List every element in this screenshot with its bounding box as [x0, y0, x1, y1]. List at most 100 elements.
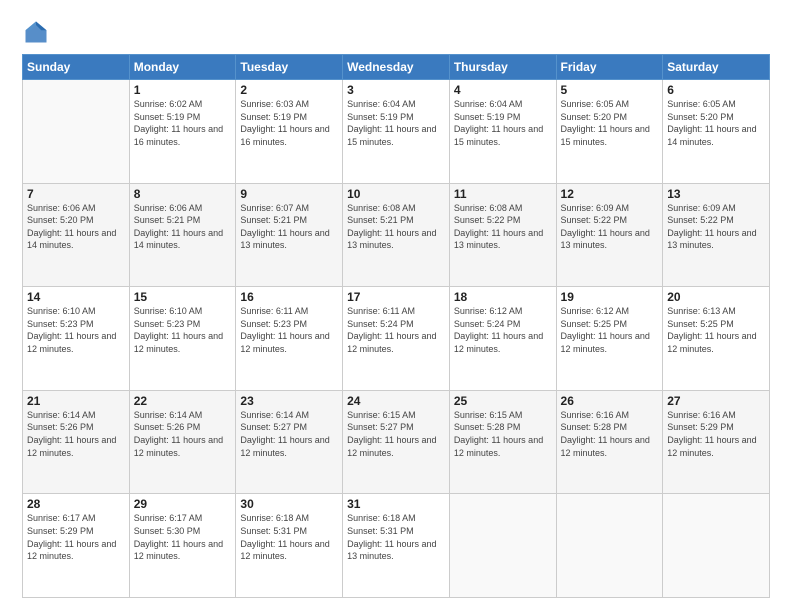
calendar-cell: 11Sunrise: 6:08 AM Sunset: 5:22 PM Dayli…	[449, 183, 556, 287]
day-header-monday: Monday	[129, 55, 236, 80]
day-number: 3	[347, 83, 445, 97]
day-info: Sunrise: 6:10 AM Sunset: 5:23 PM Dayligh…	[134, 305, 232, 355]
day-number: 9	[240, 187, 338, 201]
day-number: 20	[667, 290, 765, 304]
calendar-cell: 24Sunrise: 6:15 AM Sunset: 5:27 PM Dayli…	[343, 390, 450, 494]
day-info: Sunrise: 6:17 AM Sunset: 5:29 PM Dayligh…	[27, 512, 125, 562]
calendar-cell: 15Sunrise: 6:10 AM Sunset: 5:23 PM Dayli…	[129, 287, 236, 391]
logo	[22, 18, 54, 46]
calendar-cell: 18Sunrise: 6:12 AM Sunset: 5:24 PM Dayli…	[449, 287, 556, 391]
calendar-cell: 9Sunrise: 6:07 AM Sunset: 5:21 PM Daylig…	[236, 183, 343, 287]
week-row-3: 14Sunrise: 6:10 AM Sunset: 5:23 PM Dayli…	[23, 287, 770, 391]
calendar-cell: 6Sunrise: 6:05 AM Sunset: 5:20 PM Daylig…	[663, 80, 770, 184]
calendar-cell: 26Sunrise: 6:16 AM Sunset: 5:28 PM Dayli…	[556, 390, 663, 494]
calendar-cell: 14Sunrise: 6:10 AM Sunset: 5:23 PM Dayli…	[23, 287, 130, 391]
day-number: 17	[347, 290, 445, 304]
day-info: Sunrise: 6:08 AM Sunset: 5:21 PM Dayligh…	[347, 202, 445, 252]
logo-icon	[22, 18, 50, 46]
day-header-tuesday: Tuesday	[236, 55, 343, 80]
day-number: 1	[134, 83, 232, 97]
calendar-cell	[663, 494, 770, 598]
week-row-5: 28Sunrise: 6:17 AM Sunset: 5:29 PM Dayli…	[23, 494, 770, 598]
day-number: 13	[667, 187, 765, 201]
day-number: 15	[134, 290, 232, 304]
day-number: 4	[454, 83, 552, 97]
calendar-cell: 22Sunrise: 6:14 AM Sunset: 5:26 PM Dayli…	[129, 390, 236, 494]
calendar-cell: 5Sunrise: 6:05 AM Sunset: 5:20 PM Daylig…	[556, 80, 663, 184]
day-info: Sunrise: 6:09 AM Sunset: 5:22 PM Dayligh…	[667, 202, 765, 252]
day-number: 7	[27, 187, 125, 201]
day-info: Sunrise: 6:15 AM Sunset: 5:28 PM Dayligh…	[454, 409, 552, 459]
day-number: 14	[27, 290, 125, 304]
calendar-cell: 23Sunrise: 6:14 AM Sunset: 5:27 PM Dayli…	[236, 390, 343, 494]
calendar-cell: 17Sunrise: 6:11 AM Sunset: 5:24 PM Dayli…	[343, 287, 450, 391]
day-number: 31	[347, 497, 445, 511]
calendar-cell	[449, 494, 556, 598]
day-info: Sunrise: 6:08 AM Sunset: 5:22 PM Dayligh…	[454, 202, 552, 252]
calendar-cell: 16Sunrise: 6:11 AM Sunset: 5:23 PM Dayli…	[236, 287, 343, 391]
day-info: Sunrise: 6:12 AM Sunset: 5:25 PM Dayligh…	[561, 305, 659, 355]
day-number: 25	[454, 394, 552, 408]
day-number: 30	[240, 497, 338, 511]
day-info: Sunrise: 6:16 AM Sunset: 5:29 PM Dayligh…	[667, 409, 765, 459]
calendar-cell	[23, 80, 130, 184]
calendar-cell: 13Sunrise: 6:09 AM Sunset: 5:22 PM Dayli…	[663, 183, 770, 287]
day-info: Sunrise: 6:03 AM Sunset: 5:19 PM Dayligh…	[240, 98, 338, 148]
day-number: 23	[240, 394, 338, 408]
day-info: Sunrise: 6:15 AM Sunset: 5:27 PM Dayligh…	[347, 409, 445, 459]
day-info: Sunrise: 6:17 AM Sunset: 5:30 PM Dayligh…	[134, 512, 232, 562]
day-info: Sunrise: 6:04 AM Sunset: 5:19 PM Dayligh…	[454, 98, 552, 148]
day-info: Sunrise: 6:14 AM Sunset: 5:26 PM Dayligh…	[27, 409, 125, 459]
day-number: 6	[667, 83, 765, 97]
day-info: Sunrise: 6:18 AM Sunset: 5:31 PM Dayligh…	[240, 512, 338, 562]
week-row-4: 21Sunrise: 6:14 AM Sunset: 5:26 PM Dayli…	[23, 390, 770, 494]
day-number: 19	[561, 290, 659, 304]
day-number: 2	[240, 83, 338, 97]
calendar-cell: 8Sunrise: 6:06 AM Sunset: 5:21 PM Daylig…	[129, 183, 236, 287]
calendar-cell: 19Sunrise: 6:12 AM Sunset: 5:25 PM Dayli…	[556, 287, 663, 391]
day-info: Sunrise: 6:09 AM Sunset: 5:22 PM Dayligh…	[561, 202, 659, 252]
day-number: 8	[134, 187, 232, 201]
calendar-cell: 2Sunrise: 6:03 AM Sunset: 5:19 PM Daylig…	[236, 80, 343, 184]
day-header-wednesday: Wednesday	[343, 55, 450, 80]
week-row-2: 7Sunrise: 6:06 AM Sunset: 5:20 PM Daylig…	[23, 183, 770, 287]
day-number: 5	[561, 83, 659, 97]
calendar-cell: 27Sunrise: 6:16 AM Sunset: 5:29 PM Dayli…	[663, 390, 770, 494]
day-number: 26	[561, 394, 659, 408]
calendar-cell: 4Sunrise: 6:04 AM Sunset: 5:19 PM Daylig…	[449, 80, 556, 184]
day-number: 29	[134, 497, 232, 511]
header	[22, 18, 770, 46]
day-number: 18	[454, 290, 552, 304]
week-row-1: 1Sunrise: 6:02 AM Sunset: 5:19 PM Daylig…	[23, 80, 770, 184]
calendar-cell: 21Sunrise: 6:14 AM Sunset: 5:26 PM Dayli…	[23, 390, 130, 494]
day-number: 16	[240, 290, 338, 304]
day-number: 12	[561, 187, 659, 201]
day-info: Sunrise: 6:16 AM Sunset: 5:28 PM Dayligh…	[561, 409, 659, 459]
day-info: Sunrise: 6:11 AM Sunset: 5:23 PM Dayligh…	[240, 305, 338, 355]
day-header-sunday: Sunday	[23, 55, 130, 80]
day-number: 27	[667, 394, 765, 408]
day-header-thursday: Thursday	[449, 55, 556, 80]
day-info: Sunrise: 6:06 AM Sunset: 5:21 PM Dayligh…	[134, 202, 232, 252]
day-info: Sunrise: 6:05 AM Sunset: 5:20 PM Dayligh…	[667, 98, 765, 148]
calendar-cell: 20Sunrise: 6:13 AM Sunset: 5:25 PM Dayli…	[663, 287, 770, 391]
day-info: Sunrise: 6:02 AM Sunset: 5:19 PM Dayligh…	[134, 98, 232, 148]
day-number: 11	[454, 187, 552, 201]
header-row: SundayMondayTuesdayWednesdayThursdayFrid…	[23, 55, 770, 80]
calendar-cell: 31Sunrise: 6:18 AM Sunset: 5:31 PM Dayli…	[343, 494, 450, 598]
calendar-cell: 28Sunrise: 6:17 AM Sunset: 5:29 PM Dayli…	[23, 494, 130, 598]
day-info: Sunrise: 6:18 AM Sunset: 5:31 PM Dayligh…	[347, 512, 445, 562]
day-info: Sunrise: 6:07 AM Sunset: 5:21 PM Dayligh…	[240, 202, 338, 252]
day-info: Sunrise: 6:11 AM Sunset: 5:24 PM Dayligh…	[347, 305, 445, 355]
calendar-cell: 29Sunrise: 6:17 AM Sunset: 5:30 PM Dayli…	[129, 494, 236, 598]
calendar-cell: 1Sunrise: 6:02 AM Sunset: 5:19 PM Daylig…	[129, 80, 236, 184]
calendar-cell: 25Sunrise: 6:15 AM Sunset: 5:28 PM Dayli…	[449, 390, 556, 494]
page: SundayMondayTuesdayWednesdayThursdayFrid…	[0, 0, 792, 612]
day-info: Sunrise: 6:14 AM Sunset: 5:26 PM Dayligh…	[134, 409, 232, 459]
day-info: Sunrise: 6:10 AM Sunset: 5:23 PM Dayligh…	[27, 305, 125, 355]
calendar-cell	[556, 494, 663, 598]
day-info: Sunrise: 6:06 AM Sunset: 5:20 PM Dayligh…	[27, 202, 125, 252]
day-number: 28	[27, 497, 125, 511]
day-info: Sunrise: 6:12 AM Sunset: 5:24 PM Dayligh…	[454, 305, 552, 355]
day-info: Sunrise: 6:13 AM Sunset: 5:25 PM Dayligh…	[667, 305, 765, 355]
